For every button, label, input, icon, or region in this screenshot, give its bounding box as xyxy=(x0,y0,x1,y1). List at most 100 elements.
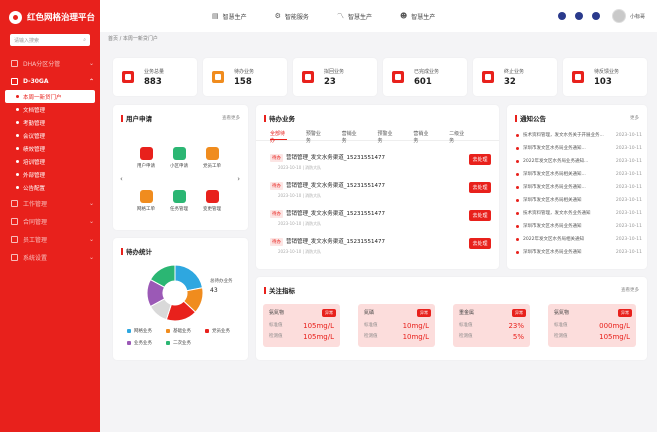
notice-item[interactable]: 深圳市发文区水务局业务通知... 2023-10-11 xyxy=(516,142,642,154)
notice-item[interactable]: 技术资料管理，发文水务业务通知 2023-10-11 xyxy=(516,207,642,219)
indicator-key: 标准值 xyxy=(269,323,283,328)
task-row[interactable]: 待办 营销管理_发文水务渠道_15231551477 2023-10-10 | 消防… xyxy=(270,237,491,263)
dot-icon xyxy=(516,185,519,189)
notice-date: 2023-10-11 xyxy=(615,210,642,216)
top-nav-item-2[interactable]: ⚙ 智能服务 xyxy=(275,11,309,21)
avatar[interactable] xyxy=(611,9,626,23)
topbar: ▤ 智慧生产 ⚙ 智能服务 〽智慧生产 ☻ 智慧生产 小标哥 xyxy=(100,0,657,32)
bell-icon[interactable] xyxy=(574,12,583,20)
sidebar-section-label: DHA分区分管 xyxy=(23,60,61,68)
notice-item[interactable]: 2022年发文区水务局相关通知 2023-10-11 xyxy=(516,233,642,245)
tasks-panel: 待办业务 全部待办 预警业务 营销业务 预警业务 营销业务 二级业务 待办 营销管… xyxy=(256,105,499,269)
legend-item: 基础业务 xyxy=(166,328,191,334)
top-nav-item-4[interactable]: ☻ 智慧生产 xyxy=(400,11,435,21)
notice-item[interactable]: 技术资料管理，发文水务关于开展业务... 2023-10-11 xyxy=(516,129,642,141)
tab-all[interactable]: 全部待办 xyxy=(270,130,287,144)
indicator-card[interactable]: 氨氮物 异常 标准值 000mg/L 检测值 105mg/L xyxy=(548,304,636,347)
dot-icon xyxy=(516,198,519,202)
sidebar-section-dha[interactable]: DHA分区分管 ⌄ xyxy=(0,54,100,72)
notice-item[interactable]: 2022年发文区水务局业务通知... 2023-10-11 xyxy=(516,155,642,167)
dot-icon xyxy=(16,121,19,124)
stat-card[interactable]: 拟回业务 23 xyxy=(293,58,377,96)
grid-icon xyxy=(11,77,18,85)
notice-text: 深圳市发文区水务局业务通知... xyxy=(523,146,586,151)
notice-item[interactable]: 深圳市发文区水务局业务通知... 2023-10-11 xyxy=(516,181,642,193)
indicator-card[interactable]: 氨氮物 异常 标准值 105mg/L 检测值 105mg/L xyxy=(263,304,340,347)
stat-card[interactable]: 终止业务 32 xyxy=(473,58,557,96)
sidebar-section-d30ga[interactable]: D-30GA ⌃ xyxy=(0,72,100,90)
stat-value: 158 xyxy=(234,76,252,87)
sidebar-item-label: 考勤管理 xyxy=(23,120,46,127)
task-row[interactable]: 待办 营销管理_发文水务渠道_15231551477 2023-10-10 | 消防… xyxy=(270,181,491,207)
process-button[interactable]: 去处理 xyxy=(469,182,491,193)
process-button[interactable]: 去处理 xyxy=(469,238,491,249)
tab-warning-2[interactable]: 预警业务 xyxy=(377,130,394,144)
process-button[interactable]: 去处理 xyxy=(469,154,491,165)
sidebar-item-performance[interactable]: 绩效管理 xyxy=(0,142,100,155)
search-icon[interactable]: ⌕ xyxy=(83,37,86,43)
app-label: 小区申请 xyxy=(170,164,188,169)
stat-card[interactable]: 待办业务 158 xyxy=(203,58,287,96)
task-tag: 待办 xyxy=(270,238,283,246)
notice-item[interactable]: 深圳市发文区水务局相关通知 2023-10-11 xyxy=(516,194,642,206)
tab-marketing-2[interactable]: 营销业务 xyxy=(413,130,430,144)
process-button[interactable]: 去处理 xyxy=(469,210,491,221)
settings-icon[interactable] xyxy=(557,12,566,20)
stat-card[interactable]: 已完成业务 601 xyxy=(383,58,467,96)
notice-item[interactable]: 深圳市发文区水务局业务通知 2023-10-11 xyxy=(516,220,642,232)
sidebar-item-attendance[interactable]: 考勤管理 xyxy=(0,116,100,129)
top-nav-item-1[interactable]: ▤ 智慧生产 xyxy=(212,11,247,21)
sidebar-item-docs[interactable]: 文档管理 xyxy=(0,103,100,116)
indicator-card[interactable]: 氮磷 异常 标准值 10mg/L 检测值 10mg/L xyxy=(358,304,435,347)
app-label: 网格工单 xyxy=(137,207,155,212)
app-tile[interactable]: 小区申请 xyxy=(164,147,194,169)
username[interactable]: 小标哥 xyxy=(630,13,645,20)
search-input[interactable]: 请输入搜索 xyxy=(14,37,83,44)
sidebar-section-contract[interactable]: 合同管理 ⌄ xyxy=(0,212,100,230)
app-icon xyxy=(172,147,186,160)
app-tile[interactable]: 用户申请 xyxy=(131,147,161,169)
grid-icon xyxy=(11,59,18,67)
stat-card[interactable]: 待反馈业务 103 xyxy=(563,58,647,96)
tab-warning[interactable]: 预警业务 xyxy=(306,130,323,144)
notice-item[interactable]: 深圳市发文区水务局相关通知... 2023-10-11 xyxy=(516,168,642,180)
task-row[interactable]: 待办 营销管理_发文水务渠道_15231551477 2023-10-10 | 消防… xyxy=(270,153,491,179)
chevron-left-icon[interactable]: ‹ xyxy=(120,175,123,183)
sidebar-item-notice-config[interactable]: 公告配置 xyxy=(0,181,100,194)
notice-item[interactable]: 深圳市发文区水务局业务通知 2023-10-11 xyxy=(516,246,642,258)
sidebar-section-settings[interactable]: 系统设置 ⌄ xyxy=(0,248,100,266)
sidebar-item-label: 会议管理 xyxy=(23,133,46,140)
sidebar-section-label: 员工管理 xyxy=(23,236,48,244)
more-link[interactable]: 查看更多 xyxy=(222,115,240,121)
tab-marketing[interactable]: 营销业务 xyxy=(342,130,359,144)
stat-value: 32 xyxy=(504,76,516,87)
sidebar-section-staff[interactable]: 员工管理 ⌄ xyxy=(0,230,100,248)
sidebar-item-meetings[interactable]: 会议管理 xyxy=(0,129,100,142)
section-marker xyxy=(121,114,123,122)
app-tile[interactable]: 任务管理 xyxy=(164,190,194,212)
help-icon[interactable] xyxy=(591,12,600,20)
dot-icon xyxy=(16,95,19,98)
sidebar-search[interactable]: 请输入搜索 ⌕ xyxy=(10,34,90,46)
sidebar-item-external[interactable]: 外部管理 xyxy=(0,168,100,181)
breadcrumb[interactable]: 首页 / 本周一新贷门户 xyxy=(108,35,158,42)
indicator-value: 10mg/L xyxy=(402,333,429,341)
task-row[interactable]: 待办 营销管理_发文水务渠道_15231551477 2023-10-10 | 消防… xyxy=(270,209,491,235)
stat-card[interactable]: 业务总量 883 xyxy=(113,58,197,96)
app-tile[interactable]: 变更管理 xyxy=(197,190,227,212)
indicator-card[interactable]: 重金属 异常 标准值 23% 检测值 5% xyxy=(453,304,530,347)
sidebar-item-portal[interactable]: 本周一新贷门户 xyxy=(5,90,95,103)
more-link[interactable]: 查看更多 xyxy=(621,287,639,293)
app-tile[interactable]: 党员工单 xyxy=(197,147,227,169)
app-logo: 红色网格治理平台 xyxy=(0,0,100,34)
notice-text: 深圳市发文区水务局相关通知 xyxy=(523,198,582,203)
app-icon xyxy=(139,147,153,160)
sidebar-item-training[interactable]: 培训管理 xyxy=(0,155,100,168)
sidebar-section-work[interactable]: 工作管理 ⌄ xyxy=(0,194,100,212)
task-tag: 待办 xyxy=(270,182,283,190)
app-tile[interactable]: 网格工单 xyxy=(131,190,161,212)
tab-secondary[interactable]: 二级业务 xyxy=(449,130,466,144)
chevron-right-icon[interactable]: › xyxy=(237,175,240,183)
top-nav-item-3[interactable]: 〽智慧生产 xyxy=(337,11,372,21)
more-link[interactable]: 更多 xyxy=(630,115,639,121)
